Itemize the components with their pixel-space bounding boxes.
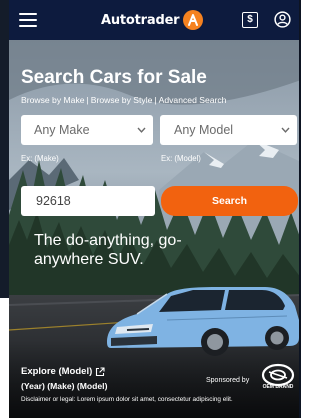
search-button[interactable]: Search — [161, 186, 298, 216]
autotrader-logo-icon — [183, 10, 204, 30]
explore-model-label: Explore (Model) — [21, 366, 93, 377]
dealer-price-icon[interactable]: $ — [242, 12, 258, 28]
adjacent-panel-edge — [0, 0, 9, 298]
brand-link[interactable]: Autotrader — [101, 9, 204, 31]
sponsor-logo-text: OEM BRAND — [262, 384, 294, 390]
make-select[interactable]: Any Make — [21, 115, 153, 145]
suv-car-image — [107, 287, 299, 356]
account-icon[interactable] — [274, 11, 291, 28]
search-title: Search Cars for Sale — [21, 67, 207, 88]
autotrader-mobile-page: Autotrader $ Search Cars for Sale Browse… — [9, 0, 301, 418]
model-select[interactable]: Any Model — [160, 115, 297, 145]
top-nav-bar: Autotrader $ — [9, 0, 301, 40]
hero-search-section: Search Cars for Sale Browse by Make | Brow… — [9, 40, 301, 418]
menu-icon[interactable] — [19, 11, 37, 29]
model-select-value: Any Model — [174, 123, 234, 137]
model-hint: Ex: (Model) — [161, 154, 201, 163]
advanced-search-link[interactable]: Advanced Search — [159, 95, 227, 105]
make-hint: Ex: (Make) — [21, 154, 59, 163]
sponsored-by-label: Sponsored by — [206, 377, 250, 384]
make-select-value: Any Make — [34, 123, 90, 137]
zip-code-input[interactable] — [21, 186, 155, 216]
browse-by-style-link[interactable]: Browse by Style — [91, 95, 153, 105]
browse-by-make-link[interactable]: Browse by Make — [21, 95, 85, 105]
chevron-down-icon — [137, 127, 146, 133]
brand-name: Autotrader — [101, 12, 180, 28]
ad-tagline: The do-anything, go-anywhere SUV. — [34, 232, 182, 268]
explore-model-link[interactable]: Explore (Model) — [21, 366, 105, 377]
right-border — [299, 0, 301, 418]
year-make-model-label: (Year) (Make) (Model) — [21, 381, 108, 391]
browse-links: Browse by Make | Browse by Style | Advanced … — [21, 95, 227, 105]
chevron-down-icon — [281, 127, 290, 133]
external-link-icon — [96, 366, 105, 376]
legal-disclaimer: Disclaimer or legal: Lorem ipsum dolor s… — [21, 396, 233, 403]
